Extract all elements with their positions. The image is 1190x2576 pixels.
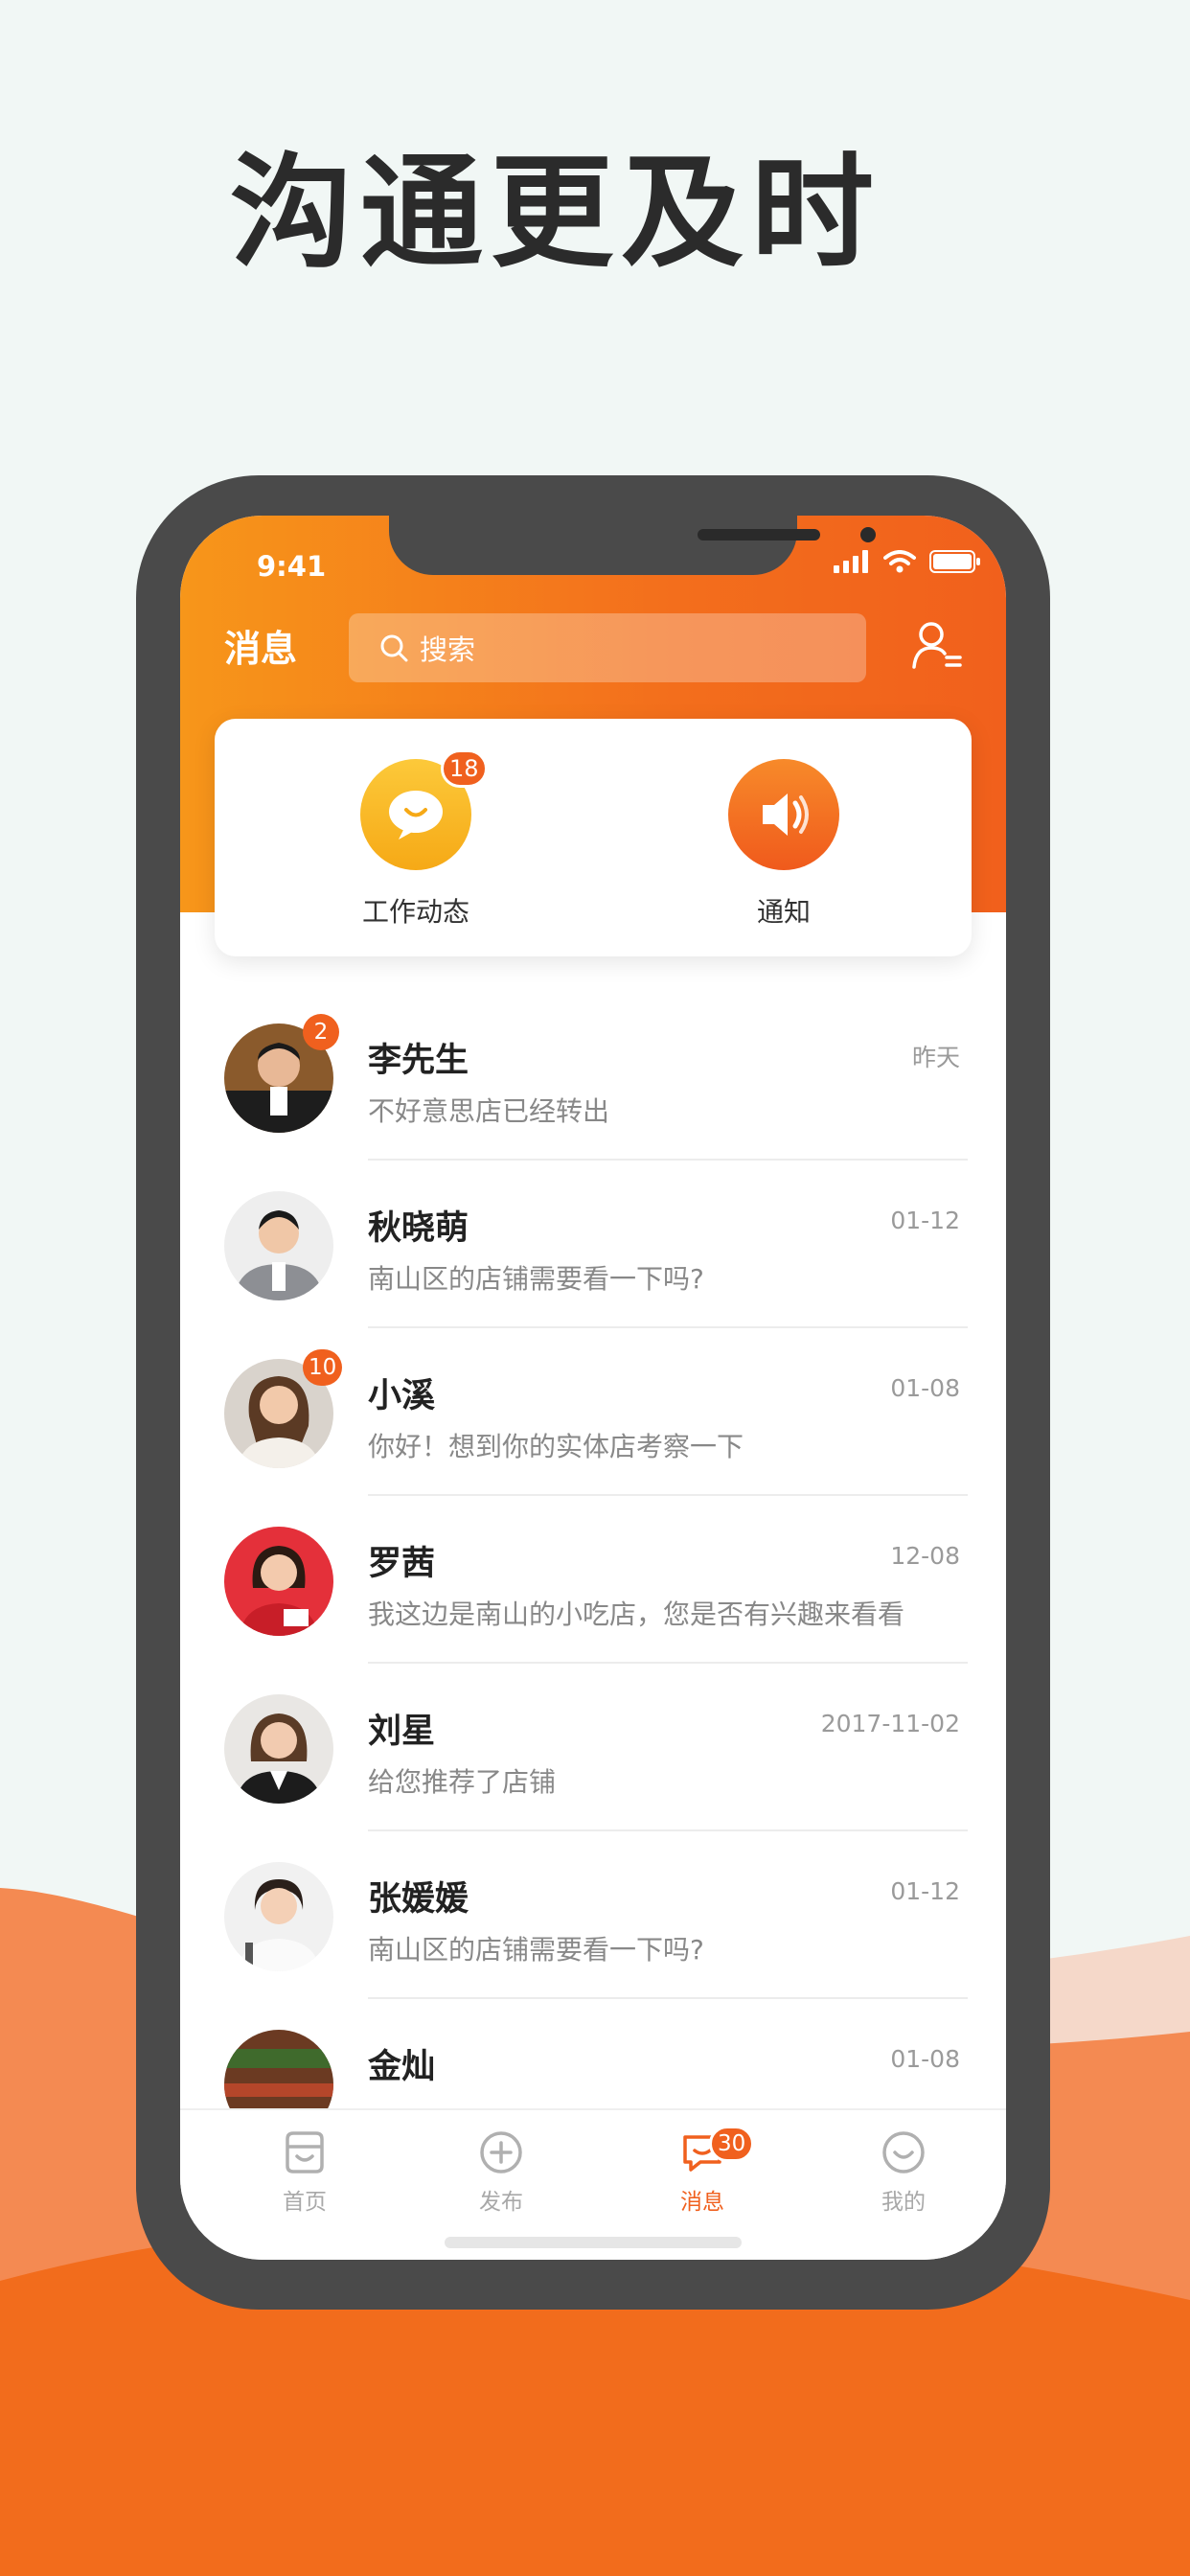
- contact-name: 张媛媛: [368, 1880, 469, 1919]
- unread-badge: 10: [303, 1349, 343, 1386]
- unread-badge: 2: [303, 1014, 339, 1050]
- contact-name: 秋晓萌: [368, 1209, 469, 1248]
- message-row[interactable]: 2 李先生 昨天 不好意思店已经转出: [180, 993, 1006, 1161]
- avatar: [224, 1862, 333, 1971]
- search-icon: [380, 634, 408, 662]
- tab-profile[interactable]: 我的: [832, 2129, 975, 2216]
- tab-label: 首页: [283, 2190, 327, 2215]
- message-time: 昨天: [911, 1044, 960, 1071]
- tab-label: 我的: [881, 2190, 926, 2215]
- contact-name: 金灿: [368, 2048, 436, 2086]
- message-row[interactable]: 秋晓萌 01-12 南山区的店铺需要看一下吗?: [180, 1161, 1006, 1328]
- tab-label: 消息: [680, 2190, 724, 2215]
- message-row[interactable]: 10 小溪 01-08 你好！想到你的实体店考察一下: [180, 1328, 1006, 1496]
- wifi-icon: [883, 550, 916, 573]
- tab-home[interactable]: 首页: [233, 2129, 377, 2216]
- contact-name: 小溪: [368, 1377, 436, 1415]
- tab-label: 发布: [479, 2190, 523, 2215]
- message-time: 01-12: [890, 1877, 960, 1905]
- message-row[interactable]: 罗茜 12-08 我这边是南山的小吃店，您是否有兴趣来看看: [180, 1496, 1006, 1664]
- search-bar[interactable]: 搜索: [349, 613, 866, 682]
- avatar: [224, 1694, 333, 1804]
- quick-actions-card: 18 工作动态 通知: [215, 719, 972, 956]
- message-time: 12-08: [890, 1542, 960, 1570]
- tab-publish[interactable]: 发布: [429, 2129, 573, 2216]
- search-placeholder: 搜索: [420, 633, 476, 666]
- messages-tab-badge: 30: [709, 2126, 755, 2162]
- phone-screen: 9:41 消息 搜索 18 工作动态 通知 2 李先生 昨天 不好意思店已经转出…: [180, 516, 1006, 2260]
- message-preview: 南山区的店铺需要看一下吗?: [368, 1263, 704, 1295]
- message-time: 01-08: [890, 2045, 960, 2073]
- front-camera: [860, 527, 876, 542]
- status-time: 9:41: [257, 550, 327, 583]
- smile-icon: [882, 2131, 925, 2174]
- message-preview: 南山区的店铺需要看一下吗?: [368, 1934, 704, 1966]
- message-time: 01-12: [890, 1207, 960, 1234]
- headline: 沟通更及时: [229, 142, 881, 285]
- contact-name: 罗茜: [368, 1545, 436, 1583]
- home-icon: [286, 2131, 324, 2174]
- tab-messages[interactable]: 消息 30: [630, 2126, 774, 2216]
- message-row[interactable]: 张媛媛 01-12 南山区的店铺需要看一下吗?: [180, 1831, 1006, 1999]
- notch: [389, 516, 876, 575]
- page-title: 消息: [224, 628, 298, 670]
- contacts-icon[interactable]: [910, 619, 964, 673]
- quick-action-label: 通知: [756, 896, 811, 928]
- message-list: 2 李先生 昨天 不好意思店已经转出 秋晓萌 01-12 南山区的店铺需要看一下…: [180, 993, 1006, 2167]
- home-indicator: [445, 2237, 742, 2248]
- speaker: [698, 529, 820, 540]
- quick-action-notifications[interactable]: 通知: [688, 759, 880, 930]
- message-time: 01-08: [890, 1374, 960, 1402]
- message-preview: 给您推荐了店铺: [368, 1766, 557, 1798]
- work-updates-badge: 18: [441, 749, 488, 788]
- plus-circle-icon: [480, 2131, 522, 2174]
- message-preview: 不好意思店已经转出: [368, 1095, 610, 1127]
- message-preview: 我这边是南山的小吃店，您是否有兴趣来看看: [368, 1598, 905, 1630]
- signal-icon: [834, 550, 868, 573]
- notifications-icon-circle: [728, 759, 839, 870]
- quick-action-label: 工作动态: [361, 896, 469, 928]
- battery-icon: [929, 550, 980, 573]
- contact-name: 刘星: [368, 1713, 436, 1751]
- message-row[interactable]: 刘星 2017-11-02 给您推荐了店铺: [180, 1664, 1006, 1831]
- message-preview: 你好！想到你的实体店考察一下: [368, 1431, 744, 1462]
- speaker-icon: [763, 794, 809, 836]
- avatar: [224, 1527, 333, 1636]
- contact-name: 李先生: [368, 1042, 469, 1080]
- quick-action-work-updates[interactable]: 18 工作动态: [320, 749, 512, 930]
- work-updates-icon-circle: 18: [360, 749, 488, 870]
- message-time: 2017-11-02: [820, 1710, 960, 1737]
- status-icons: [834, 550, 981, 573]
- avatar: [224, 1191, 333, 1300]
